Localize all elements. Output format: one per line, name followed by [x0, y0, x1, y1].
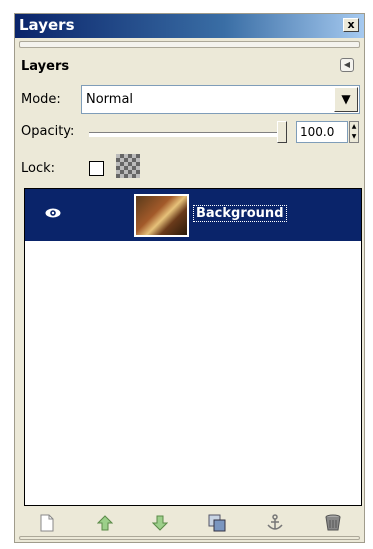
layer-toolbar [24, 507, 362, 539]
delete-layer-icon [325, 514, 341, 531]
layer-thumbnail[interactable] [134, 194, 189, 237]
resize-grip[interactable] [19, 536, 360, 540]
opacity-spinbox[interactable]: 100.0 [296, 121, 348, 143]
raise-layer-button[interactable] [94, 512, 116, 534]
mode-value: Normal [86, 92, 134, 107]
raise-layer-icon [97, 515, 113, 531]
layers-dialog: Layers x Layers ◀ Mode: Normal ▼ Opacity… [14, 13, 365, 543]
opacity-label: Opacity: [21, 124, 75, 139]
lower-layer-icon [152, 515, 168, 531]
eye-icon[interactable] [45, 208, 61, 218]
lock-pixels-checkbox[interactable] [89, 161, 104, 176]
tab-menu-button[interactable]: ◀ [340, 58, 354, 72]
opacity-spin-buttons[interactable]: ▲ ▼ [349, 121, 359, 143]
opacity-slider-thumb[interactable] [277, 121, 287, 143]
layer-name[interactable]: Background [193, 205, 287, 222]
lock-alpha-icon[interactable] [116, 154, 140, 178]
window-title: Layers [19, 16, 75, 34]
lock-label: Lock: [21, 161, 56, 176]
new-layer-button[interactable] [36, 512, 58, 534]
duplicate-layer-button[interactable] [206, 512, 228, 534]
layer-row[interactable]: Background [25, 189, 361, 241]
close-icon: x [347, 18, 355, 31]
mode-label: Mode: [21, 92, 61, 107]
anchor-layer-icon [267, 514, 283, 530]
close-button[interactable]: x [343, 18, 359, 32]
dropdown-arrow[interactable]: ▼ [334, 87, 358, 112]
duplicate-layer-icon [208, 514, 226, 532]
layers-list[interactable]: Background [24, 188, 362, 506]
anchor-layer-button[interactable] [264, 512, 286, 534]
opacity-slider-track[interactable] [89, 132, 285, 137]
new-layer-icon [40, 514, 54, 532]
dock-handle[interactable] [19, 41, 360, 48]
panel-title: Layers [21, 59, 70, 74]
delete-layer-button[interactable] [322, 512, 344, 534]
lower-layer-button[interactable] [149, 512, 171, 534]
title-bar[interactable]: Layers x [15, 14, 364, 38]
tab-menu-icon: ◀ [343, 60, 351, 69]
mode-select[interactable]: Normal ▼ [81, 85, 360, 114]
chevron-down-icon: ▼ [341, 92, 351, 106]
